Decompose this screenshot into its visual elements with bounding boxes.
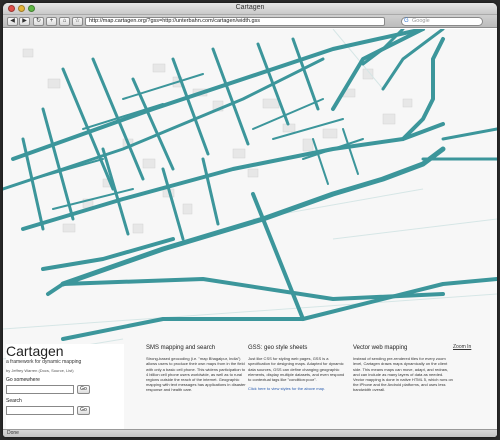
browser-window: Cartagen ◀ ▶ ↻ + ⌂ ☆ http://map.cartagen… [3, 3, 497, 437]
zoom-in-link[interactable]: Zoom In [453, 344, 471, 350]
go-somewhere-row: Go [6, 385, 124, 394]
reload-icon: ↻ [35, 18, 42, 24]
search-go-button[interactable]: Go [77, 406, 90, 415]
search-field[interactable]: G Google [401, 17, 483, 26]
column-heading: GSS: geo style sheets [248, 345, 308, 351]
back-arrow-icon: ◀ [10, 18, 15, 24]
address-bar[interactable]: http://map.cartagen.org/?gss=http://unte… [85, 17, 385, 26]
reload-button[interactable]: ↻ [33, 17, 44, 26]
brand-panel: Cartagen a framework for dynamic mapping… [6, 344, 124, 429]
back-button[interactable]: ◀ [7, 17, 18, 26]
column-text: Strong-based geocoding (i.e. "map Bhagal… [146, 356, 246, 393]
forward-button[interactable]: ▶ [19, 17, 30, 26]
bookmarks-button[interactable]: ☆ [72, 17, 83, 26]
column-heading: Vector web mapping [353, 345, 408, 351]
status-bar: Done [3, 429, 497, 437]
location-input[interactable] [6, 385, 74, 394]
title-bar: Cartagen [3, 3, 497, 15]
bookmark-icon: ☆ [74, 18, 81, 24]
site-title: Cartagen [6, 343, 64, 359]
browser-toolbar: ◀ ▶ ↻ + ⌂ ☆ http://map.cartagen.org/?gss… [3, 15, 497, 28]
search-placeholder: Google [412, 18, 430, 24]
home-button[interactable]: ⌂ [59, 17, 70, 26]
go-button[interactable]: Go [77, 385, 90, 394]
window-title: Cartagen [235, 4, 265, 11]
home-icon: ⌂ [62, 18, 67, 24]
plus-icon: + [49, 18, 54, 24]
page-content: Zoom In Cartagen a framework for dynamic… [3, 29, 497, 429]
add-bookmark-button[interactable]: + [46, 17, 57, 26]
search-label: Search [6, 398, 22, 404]
column-heading: SMS mapping and search [146, 345, 216, 351]
vector-mapping-column: Vector web mapping Instead of sending pr… [353, 345, 453, 397]
column-text: Just like CSS for styling web pages, GSS… [248, 356, 345, 383]
author-byline[interactable]: by Jeffrey Warren (Docs, Source, List) [6, 368, 124, 373]
google-icon: G [404, 18, 409, 24]
view-styles-link[interactable]: Click here to view styles for the above … [248, 386, 348, 391]
forward-arrow-icon: ▶ [22, 18, 27, 24]
go-somewhere-label: Go somewhere [6, 377, 40, 383]
column-text: Instead of sending pre-rendered tiles fo… [353, 356, 453, 393]
search-input[interactable] [6, 406, 74, 415]
search-row: Go [6, 406, 124, 415]
site-tagline: a framework for dynamic mapping [6, 359, 82, 365]
sms-mapping-column: SMS mapping and search Strong-based geoc… [146, 345, 246, 397]
gss-column: GSS: geo style sheets Just like CSS for … [248, 345, 348, 395]
